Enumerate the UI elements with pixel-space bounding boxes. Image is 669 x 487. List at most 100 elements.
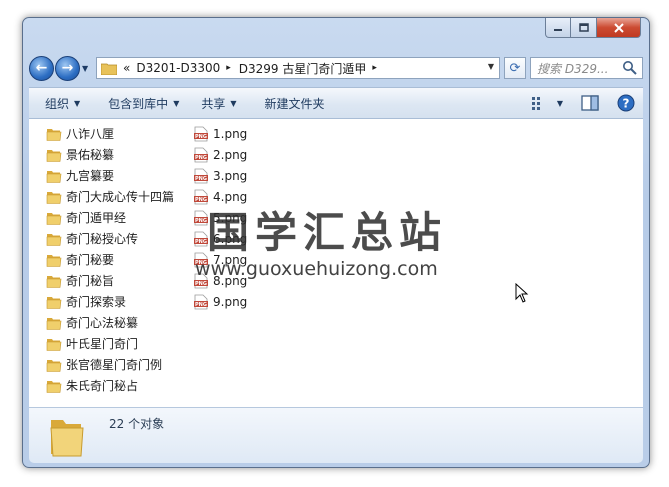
maximize-icon (578, 22, 589, 32)
file-item[interactable]: PNG 1.png (193, 123, 247, 144)
refresh-button[interactable]: ⟳ (504, 57, 526, 79)
share-menu[interactable]: 共享 ▼ (201, 95, 236, 112)
png-file-icon: PNG (194, 126, 208, 141)
folder-item[interactable]: 八诈八厘 (46, 123, 174, 144)
folder-icon (46, 233, 62, 246)
folder-item[interactable]: 叶氏星门奇门 (46, 333, 174, 354)
folder-label: 叶氏星门奇门 (66, 337, 139, 351)
png-file-icon: PNG (194, 147, 208, 162)
include-in-library-menu[interactable]: 包含到库中 ▼ (108, 95, 179, 112)
folder-item[interactable]: 奇门心法秘纂 (46, 312, 174, 333)
file-icon-wrap: PNG (193, 168, 209, 184)
png-file-icon: PNG (194, 168, 208, 183)
file-item[interactable]: PNG 3.png (193, 165, 247, 186)
minimize-icon (554, 28, 562, 31)
svg-text:PNG: PNG (195, 239, 207, 245)
folder-icon-wrap (46, 189, 62, 205)
folder-label: 奇门大成心传十四篇 (66, 190, 175, 204)
address-dropdown-icon[interactable]: ▼ (488, 62, 494, 71)
watermark-url: www.guoxuehuizong.com (195, 258, 438, 280)
back-arrow-icon: ← (35, 60, 48, 76)
file-label: 9.png (213, 294, 248, 309)
breadcrumb-separator-icon[interactable]: ▸ (226, 63, 231, 73)
folder-icon-wrap (46, 147, 62, 163)
chevron-down-icon: ▼ (173, 98, 180, 108)
large-folder-icon (50, 420, 84, 457)
view-options-icon[interactable] (531, 95, 549, 111)
folder-icon (46, 191, 62, 204)
folder-label: 奇门秘旨 (66, 274, 115, 288)
svg-text:PNG: PNG (195, 155, 207, 161)
recent-pages-dropdown[interactable]: ▼ (82, 64, 92, 73)
folder-icon (46, 296, 62, 309)
organize-menu[interactable]: 组织 ▼ (45, 95, 80, 112)
forward-arrow-icon: → (61, 60, 74, 76)
search-input[interactable]: 搜索 D329... (530, 57, 643, 79)
folder-item[interactable]: 奇门秘授心传 (46, 228, 174, 249)
folder-item[interactable]: 九宫纂要 (46, 165, 174, 186)
maximize-button[interactable] (571, 18, 597, 38)
command-bar: 组织 ▼ 包含到库中 ▼ 共享 ▼ 新建文件夹 ▼ ? (29, 87, 643, 119)
search-icon[interactable] (622, 60, 638, 76)
folder-item[interactable]: 朱氏奇门秘占 (46, 375, 174, 396)
breadcrumb-item[interactable]: D3299 古星门奇门遁甲 (239, 60, 367, 77)
organize-label: 组织 (45, 96, 70, 111)
svg-text:PNG: PNG (195, 134, 207, 140)
refresh-icon: ⟳ (509, 60, 521, 76)
help-icon[interactable]: ? (617, 94, 635, 112)
file-label: 3.png (213, 168, 248, 183)
folder-icon-wrap (46, 210, 62, 226)
folder-item[interactable]: 张官德星门奇门例 (46, 354, 174, 375)
back-button[interactable]: ← (29, 55, 54, 81)
file-item[interactable]: PNG 2.png (193, 144, 247, 165)
folder-icon (46, 275, 62, 288)
folder-icon (46, 359, 62, 372)
folder-icon-wrap (46, 231, 62, 247)
item-count: 22 个对象 (109, 417, 165, 431)
forward-button[interactable]: → (55, 55, 80, 81)
share-label: 共享 (201, 96, 226, 111)
folder-label: 张官德星门奇门例 (66, 358, 163, 372)
folder-icon-wrap (46, 168, 62, 184)
folder-icon (46, 254, 62, 267)
preview-pane-icon[interactable] (581, 95, 599, 111)
svg-text:PNG: PNG (195, 176, 207, 182)
folder-icon (46, 212, 62, 225)
folder-icon (46, 149, 62, 162)
folder-item[interactable]: 奇门探索录 (46, 291, 174, 312)
folder-item[interactable]: 景佑秘纂 (46, 144, 174, 165)
folder-item[interactable]: 奇门大成心传十四篇 (46, 186, 174, 207)
folder-icon-wrap (46, 273, 62, 289)
file-item[interactable]: PNG 9.png (193, 291, 247, 312)
folder-label: 奇门探索录 (66, 295, 127, 309)
new-folder-label: 新建文件夹 (264, 96, 325, 111)
address-bar[interactable]: « D3201-D3300 ▸ D3299 古星门奇门遁甲 ▸ ▼ (96, 57, 500, 79)
png-file-icon: PNG (194, 294, 208, 309)
folder-icon (46, 317, 62, 330)
folder-icon-wrap (46, 126, 62, 142)
file-icon-wrap: PNG (193, 294, 209, 310)
minimize-button[interactable] (545, 18, 571, 38)
folder-column: 八诈八厘景佑秘纂九宫纂要奇门大成心传十四篇 奇门遁甲经奇门秘授心传 奇门秘要奇门秘旨… (46, 123, 174, 396)
svg-text:PNG: PNG (195, 218, 207, 224)
chevron-down-icon: ▼ (74, 98, 81, 108)
folder-label: 奇门秘要 (66, 253, 115, 267)
folder-label: 八诈八厘 (66, 127, 115, 141)
view-options-dropdown-icon[interactable]: ▼ (557, 99, 563, 108)
breadcrumb-item[interactable]: D3201-D3300 (136, 61, 220, 75)
folder-icon-wrap (46, 252, 62, 268)
folder-item[interactable]: 奇门秘旨 (46, 270, 174, 291)
folder-label: 景佑秘纂 (66, 148, 115, 162)
new-folder-button[interactable]: 新建文件夹 (265, 95, 325, 112)
folder-label: 奇门遁甲经 (66, 211, 127, 225)
folder-item[interactable]: 奇门秘要 (46, 249, 174, 270)
folder-label: 奇门秘授心传 (66, 232, 139, 246)
close-button[interactable] (597, 18, 641, 38)
breadcrumb-overflow[interactable]: « (123, 61, 130, 75)
breadcrumb-separator-icon[interactable]: ▸ (372, 63, 377, 73)
folder-icon-wrap (46, 378, 62, 394)
svg-text:PNG: PNG (195, 302, 207, 308)
view-controls: ▼ ? (531, 94, 635, 112)
folder-icon (46, 128, 62, 141)
folder-item[interactable]: 奇门遁甲经 (46, 207, 174, 228)
